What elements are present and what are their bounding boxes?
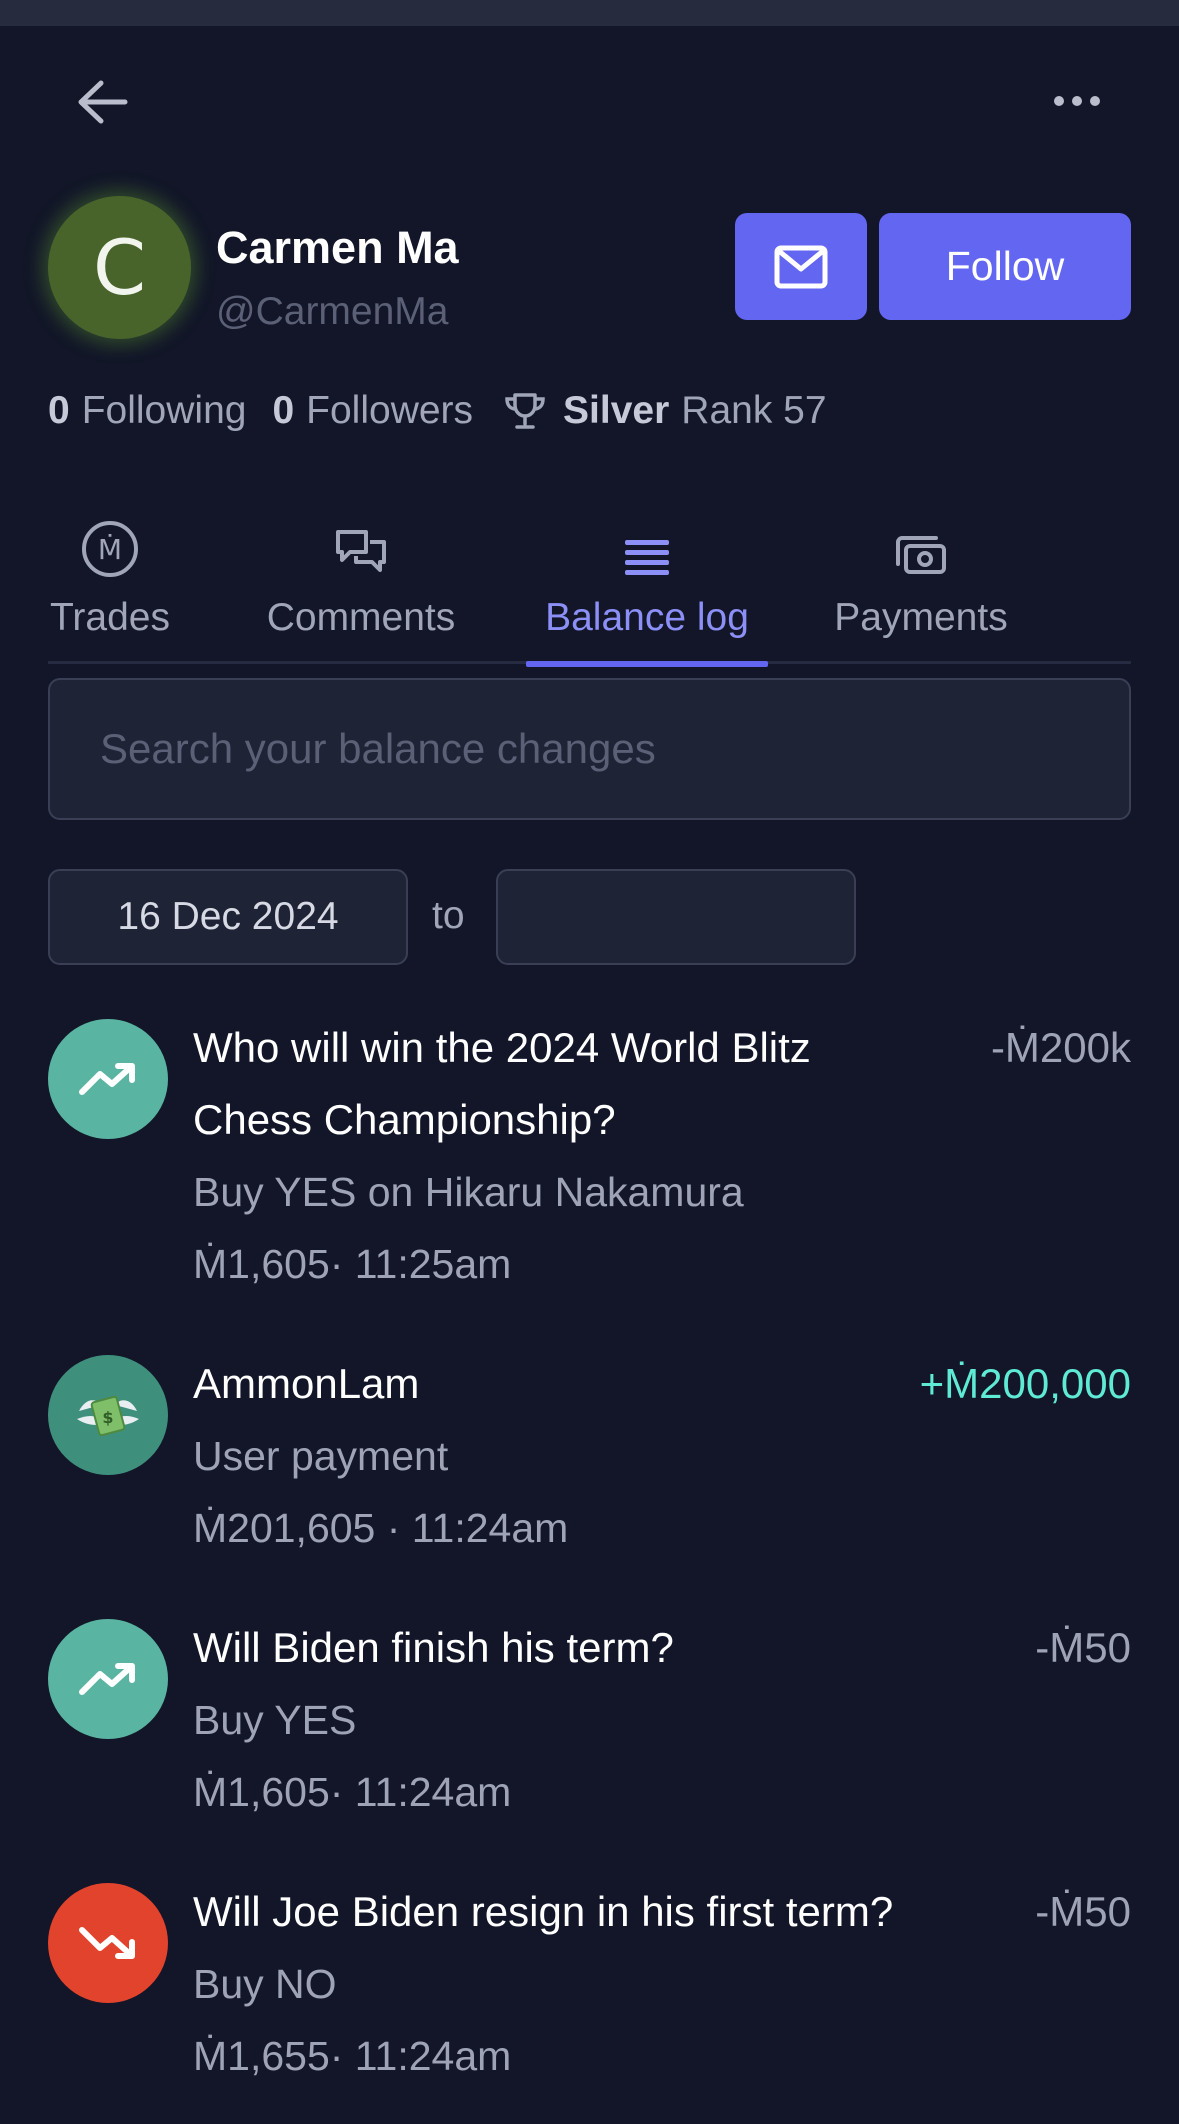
following-count[interactable]: 0: [48, 389, 70, 433]
date-to-field[interactable]: [496, 869, 856, 965]
tab-comments[interactable]: Comments: [257, 500, 465, 664]
trending-down-icon: [48, 1883, 168, 2003]
entry-balance-time: Ṁ201,605 · 11:24am: [193, 1505, 569, 1551]
entry-title[interactable]: Will Joe Biden resign in his first term?: [193, 1876, 923, 1948]
profile-tabs: Ṁ Trades Comments Balance log Payments: [48, 500, 1131, 667]
back-button[interactable]: [60, 62, 144, 142]
entry-title[interactable]: Will Biden finish his term?: [193, 1612, 923, 1684]
entry-title[interactable]: AmmonLam: [193, 1348, 923, 1420]
date-range-to-label: to: [432, 894, 465, 937]
entry-balance-time: Ṁ1,605· 11:25am: [193, 1241, 512, 1287]
tab-payments-label: Payments: [834, 596, 1008, 639]
entry-subtitle: Buy YES: [193, 1697, 357, 1743]
entry-amount: +Ṁ200,000: [919, 1360, 1131, 1407]
profile-name: Carmen Ma: [216, 222, 459, 273]
arrow-left-icon: [78, 80, 128, 124]
search-input[interactable]: [48, 678, 1131, 820]
mail-icon: [774, 245, 828, 288]
entry-subtitle: Buy YES on Hikaru Nakamura: [193, 1169, 744, 1215]
entry-balance-time: Ṁ1,655· 11:24am: [193, 2033, 512, 2079]
svg-text:$: $: [102, 1408, 113, 1427]
status-bar: [0, 0, 1179, 26]
avatar[interactable]: C: [48, 196, 191, 339]
tab-payments[interactable]: Payments: [828, 500, 1014, 664]
tab-comments-label: Comments: [266, 596, 456, 639]
entry-title[interactable]: Who will win the 2024 World Blitz Chess …: [193, 1012, 923, 1156]
entry-amount: -Ṁ50: [1035, 1624, 1131, 1671]
followers-label[interactable]: Followers: [306, 389, 473, 433]
tab-balance-log-label: Balance log: [545, 596, 749, 639]
tab-trades-label: Trades: [50, 596, 170, 639]
ellipsis-icon: [1054, 96, 1100, 106]
entry-balance-time: Ṁ1,605· 11:24am: [193, 1769, 512, 1815]
trending-up-icon: [48, 1619, 168, 1739]
message-button[interactable]: [735, 213, 867, 320]
entry-subtitle: User payment: [193, 1433, 449, 1479]
entry-amount: -Ṁ50: [1035, 1888, 1131, 1935]
cash-icon: [894, 512, 948, 578]
trending-up-icon: [48, 1019, 168, 1139]
chat-bubbles-icon: [334, 512, 388, 578]
tab-balance-log[interactable]: Balance log: [526, 500, 768, 667]
league-tier[interactable]: Silver: [563, 389, 669, 433]
trophy-icon: [503, 391, 547, 431]
profile-handle: @CarmenMa: [216, 290, 449, 333]
tab-trades[interactable]: Ṁ Trades: [50, 500, 170, 664]
following-label[interactable]: Following: [82, 389, 247, 433]
entry-subtitle: Buy NO: [193, 1961, 337, 2007]
profile-stats: 0 Following 0 Followers Silver Rank 57: [48, 383, 827, 439]
money-with-wings-icon: $: [48, 1355, 168, 1475]
league-rank[interactable]: Rank 57: [681, 389, 826, 433]
entry-amount: -Ṁ200k: [990, 1024, 1131, 1071]
mana-coin-icon: Ṁ: [81, 512, 139, 578]
list-lines-icon: [623, 512, 671, 578]
follow-button[interactable]: Follow: [879, 213, 1131, 320]
svg-text:Ṁ: Ṁ: [98, 533, 122, 566]
followers-count[interactable]: 0: [272, 389, 294, 433]
more-options-button[interactable]: [1036, 70, 1118, 132]
date-from-field[interactable]: 16 Dec 2024: [48, 869, 408, 965]
